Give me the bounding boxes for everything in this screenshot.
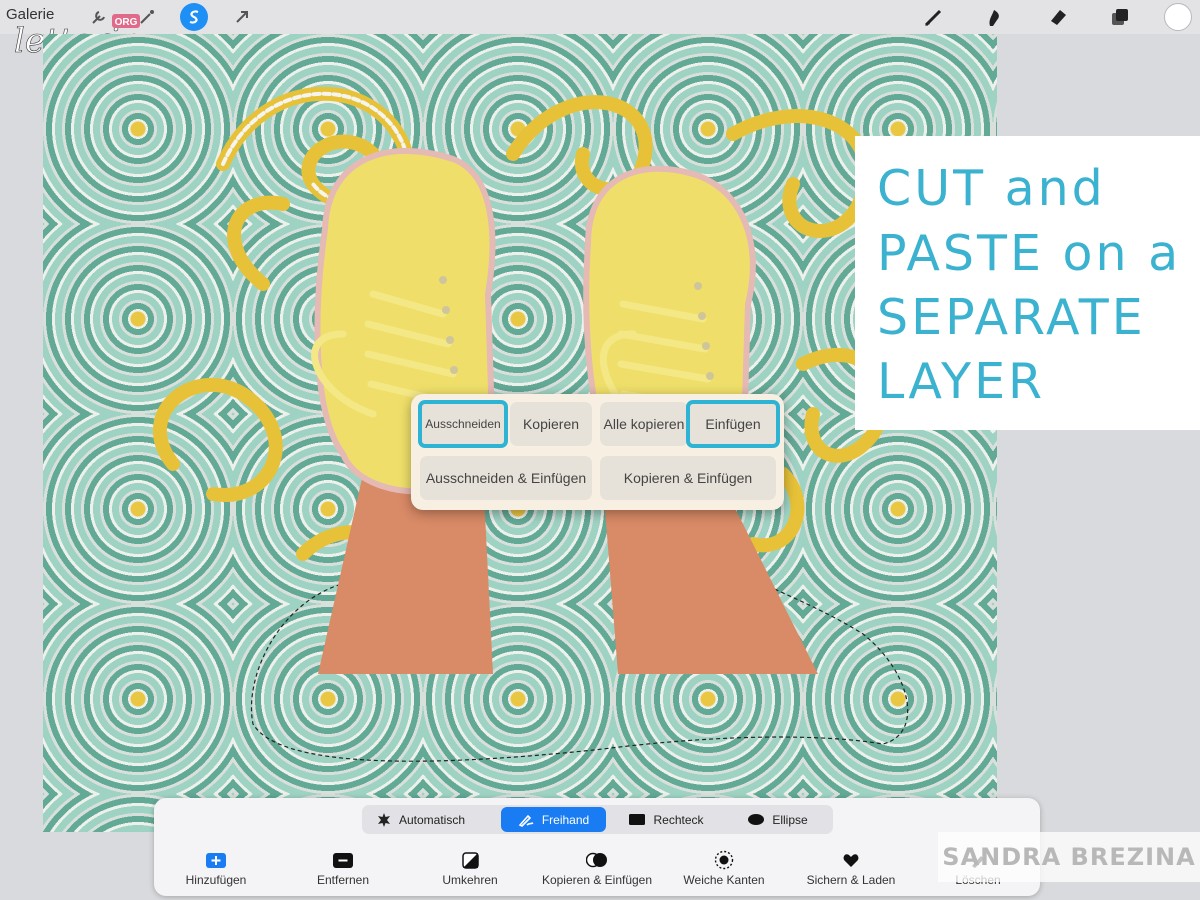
color-picker[interactable] xyxy=(1164,3,1192,31)
automatic-icon xyxy=(377,812,390,827)
invert-icon xyxy=(461,851,479,869)
tool-add[interactable]: Hinzufügen xyxy=(156,850,276,887)
callout-line-2: PASTE on a xyxy=(877,225,1182,282)
svg-text:ORG: ORG xyxy=(115,17,138,28)
mode-rectangle[interactable]: Rechteck xyxy=(614,807,719,832)
freehand-icon xyxy=(518,814,534,827)
move-arrow-icon[interactable] xyxy=(229,4,255,30)
ellipse-icon xyxy=(748,814,765,825)
tool-copy-paste[interactable]: Kopieren & Einfügen xyxy=(537,850,657,887)
layers-icon[interactable] xyxy=(1107,4,1133,30)
heart-icon xyxy=(843,853,859,867)
tool-save-load-label: Sichern & Laden xyxy=(806,873,896,887)
mode-automatic[interactable]: Automatisch xyxy=(366,807,476,832)
cut-button[interactable]: Ausschneiden xyxy=(418,400,508,448)
mode-ellipse[interactable]: Ellipse xyxy=(726,807,830,832)
paste-button[interactable]: Einfügen xyxy=(686,400,780,448)
selection-action-popup: Ausschneiden Kopieren Alle kopieren Einf… xyxy=(411,394,784,510)
tool-add-label: Hinzufügen xyxy=(185,873,247,887)
mode-freehand[interactable]: Freihand xyxy=(501,807,606,832)
eraser-icon[interactable] xyxy=(1045,4,1071,30)
selection-icon[interactable] xyxy=(180,3,208,31)
callout-line-4: LAYER xyxy=(877,353,1046,410)
mode-rectangle-label: Rechteck xyxy=(653,812,704,827)
mode-freehand-label: Freihand xyxy=(541,812,590,827)
brush-icon[interactable] xyxy=(921,4,947,30)
cut-and-paste-button[interactable]: Ausschneiden & Einfügen xyxy=(420,456,592,500)
tool-copy-paste-label: Kopieren & Einfügen xyxy=(541,873,653,887)
mode-automatic-label: Automatisch xyxy=(398,812,466,827)
tool-feather-label: Weiche Kanten xyxy=(683,873,765,887)
smudge-icon[interactable] xyxy=(982,4,1008,30)
author-credit: SANDRA BREZINA xyxy=(938,832,1200,882)
mode-ellipse-label: Ellipse xyxy=(772,812,808,827)
callout-line-1: CUT and xyxy=(877,160,1106,217)
copy-all-button[interactable]: Alle kopieren xyxy=(600,402,688,446)
rectangle-icon xyxy=(629,814,646,825)
tool-save-load[interactable]: Sichern & Laden xyxy=(791,850,911,887)
tool-feather[interactable]: Weiche Kanten xyxy=(664,850,784,887)
copy-paste-icon xyxy=(586,852,607,868)
tool-remove[interactable]: Entfernen xyxy=(283,850,403,887)
tool-remove-label: Entfernen xyxy=(316,873,370,887)
add-icon xyxy=(206,852,226,868)
selection-mode-segmented-control: Automatisch Freihand Rechteck Ellipse xyxy=(362,805,833,834)
top-bar: Galerie xyxy=(0,0,1200,34)
selection-toolbar: Automatisch Freihand Rechteck Ellipse Hi… xyxy=(154,798,1040,896)
instruction-callout: CUT and PASTE on a SEPARATE LAYER xyxy=(855,136,1200,430)
callout-line-3: SEPARATE xyxy=(877,289,1146,346)
copy-and-paste-button[interactable]: Kopieren & Einfügen xyxy=(600,456,776,500)
feather-icon xyxy=(714,850,734,870)
remove-icon xyxy=(333,852,353,868)
copy-button[interactable]: Kopieren xyxy=(510,402,592,446)
tool-invert-label: Umkehren xyxy=(442,873,498,887)
tool-invert[interactable]: Umkehren xyxy=(410,850,530,887)
